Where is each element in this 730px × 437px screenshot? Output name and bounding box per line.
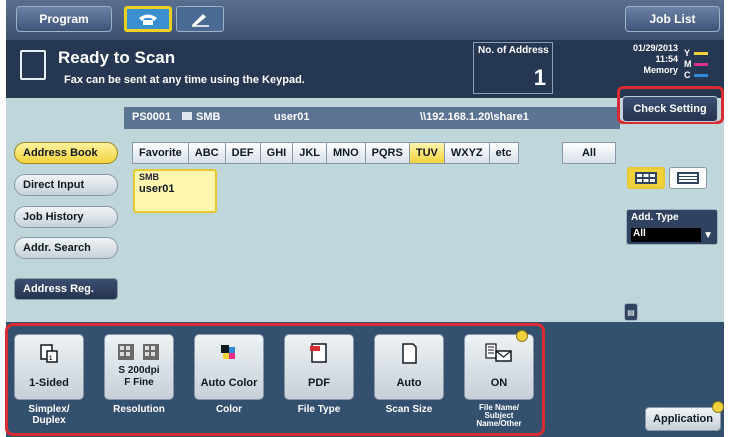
top-bar [6, 0, 724, 40]
tab-def[interactable]: DEF [224, 142, 260, 164]
program-button[interactable]: Program [16, 6, 112, 32]
address-count-box: No. of Address 1 [473, 42, 553, 94]
memory-label: Memory [643, 65, 678, 75]
grid-view-button[interactable] [627, 167, 665, 189]
simplex-label-text-2: Duplex [32, 415, 66, 426]
application-indicator-dot [712, 401, 724, 413]
resolution-button[interactable]: S 200dpi F Fine [104, 334, 174, 400]
color-button[interactable]: Auto Color [194, 334, 264, 400]
destination-user: user01 [274, 111, 310, 123]
tab-pqrs[interactable]: PQRS [364, 142, 409, 164]
application-button[interactable]: Application [645, 407, 721, 431]
scan-size-button[interactable]: Auto [374, 334, 444, 400]
check-setting-button[interactable]: Check Setting [622, 96, 718, 122]
date-text: 01/29/2013 [632, 43, 678, 53]
file-name-label: File Name/ Subject Name/Other [458, 404, 540, 428]
scan-mode-button[interactable] [176, 6, 224, 32]
tab-mno[interactable]: MNO [325, 142, 365, 164]
address-count-label: No. of Address [478, 45, 549, 56]
sidebar-item-addr-search[interactable]: Addr. Search [14, 237, 118, 259]
color-icon [195, 343, 263, 363]
tab-favorite[interactable]: Favorite [132, 142, 188, 164]
view-toggle [627, 167, 717, 189]
file-type-label: File Type [297, 404, 341, 415]
toner-bar-c [694, 74, 708, 77]
toner-letter-m: M [684, 59, 692, 69]
phone-icon [139, 14, 157, 25]
color-label: Color [215, 404, 243, 415]
pdf-icon [285, 343, 353, 363]
index-tabs: Favorite ABC DEF GHI JKL MNO PQRS TUV WX… [132, 142, 519, 164]
file-name-value: ON [490, 377, 508, 389]
scroll-down-button[interactable]: ▤ [624, 303, 638, 321]
simplex-label: Simplex/ Duplex [14, 404, 84, 426]
address-reg-button[interactable]: Address Reg. [14, 278, 118, 300]
address-entry-card[interactable]: SMB user01 [133, 169, 217, 213]
list-view-button[interactable] [669, 167, 707, 189]
tab-all[interactable]: All [562, 142, 616, 164]
destination-protocol: SMB [196, 111, 221, 123]
toner-letter-y: Y [684, 48, 691, 58]
tab-tuv[interactable]: TUV [408, 142, 444, 164]
email-icon [465, 343, 533, 363]
file-name-button[interactable]: ON [464, 334, 534, 400]
add-type-label: Add. Type [631, 212, 679, 223]
grid-icon [635, 172, 657, 184]
simplex-icon: 1 [15, 343, 83, 363]
tab-wxyz[interactable]: WXYZ [443, 142, 489, 164]
fax-mode-button[interactable] [124, 6, 172, 32]
destination-bar: PS0001 SMB user01 \\192.168.1.20\share1 [124, 107, 620, 129]
toner-letter-c: C [684, 70, 691, 80]
chevron-down-icon: ▼ [703, 230, 713, 241]
scan-size-label: Scan Size [385, 404, 433, 415]
tab-etc[interactable]: etc [488, 142, 519, 164]
toner-bar-y [694, 52, 708, 55]
color-value: Auto Color [200, 377, 258, 389]
entry-protocol: SMB [139, 172, 159, 182]
tab-ghi[interactable]: GHI [259, 142, 293, 164]
setting-indicator-dot [516, 330, 528, 342]
scan-size-value: Auto [396, 377, 422, 389]
resolution-value-line-1: S 200dpi [118, 365, 160, 376]
add-type-select[interactable]: Add. Type All ▼ [626, 209, 718, 245]
tab-jkl[interactable]: JKL [292, 142, 326, 164]
file-name-label-line-3: Name/Other [476, 419, 522, 428]
destination-path: \\192.168.1.20\share1 [420, 111, 529, 123]
document-icon [375, 343, 443, 365]
pen-icon [192, 14, 209, 27]
sidebar-item-address-book[interactable]: Address Book [14, 142, 118, 164]
simplex-button[interactable]: 1 1-Sided [14, 334, 84, 400]
time-text: 11:54 [655, 54, 678, 64]
list-icon [677, 172, 699, 184]
tab-abc[interactable]: ABC [187, 142, 225, 164]
file-type-value: PDF [308, 377, 330, 389]
toner-bar-m [694, 63, 708, 66]
destination-id: PS0001 [132, 111, 172, 123]
simplex-value: 1-Sided [29, 377, 69, 389]
status-subtitle: Fax can be sent at any time using the Ke… [64, 74, 305, 86]
computer-icon [182, 112, 192, 120]
resolution-icon [105, 343, 173, 361]
job-list-button[interactable]: Job List [625, 6, 720, 32]
resolution-label: Resolution [113, 404, 165, 415]
list-scroll-icon: ▤ [627, 307, 635, 317]
status-title: Ready to Scan [58, 48, 176, 67]
sidebar-item-direct-input[interactable]: Direct Input [14, 174, 118, 196]
add-type-value: All [631, 228, 701, 242]
simplex-label-text: Simplex/ [28, 404, 70, 415]
resolution-value: S 200dpi F Fine [105, 365, 173, 389]
entry-name: user01 [139, 183, 175, 195]
document-status-icon [20, 50, 46, 80]
address-count-value: 1 [533, 65, 546, 90]
sidebar-item-job-history[interactable]: Job History [14, 206, 118, 228]
resolution-value-line-2: F Fine [124, 377, 154, 388]
scan-screen: Program Job List Ready to Scan Fax can b… [0, 0, 730, 437]
file-type-button[interactable]: PDF [284, 334, 354, 400]
